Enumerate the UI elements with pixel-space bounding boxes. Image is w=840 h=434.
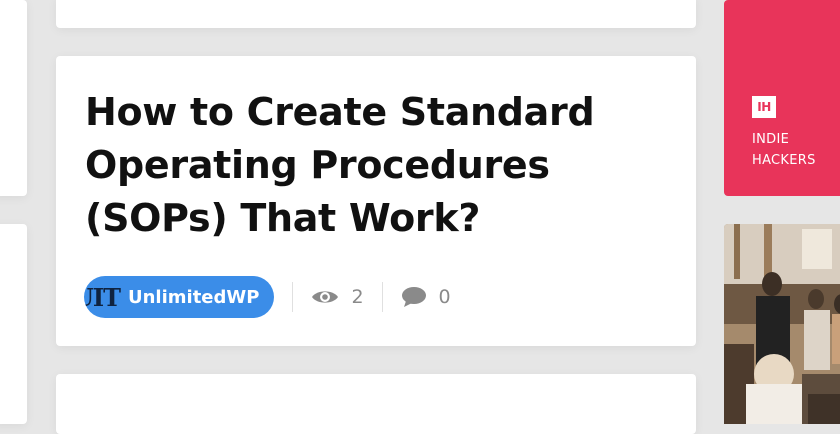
post-title[interactable]: How to Create Standard Operating Procedu…	[85, 86, 675, 245]
author-name: UnlimitedWP	[128, 286, 260, 308]
next-post-card[interactable]	[56, 374, 696, 434]
post-meta: UIT UnlimitedWP 2 0	[84, 276, 451, 318]
post-card[interactable]: How to Create Standard Operating Procedu…	[56, 56, 696, 346]
comments-count[interactable]: 0	[401, 286, 451, 308]
divider	[292, 282, 294, 312]
previous-post-card[interactable]	[56, 0, 696, 28]
eye-icon	[311, 288, 339, 306]
avatar: UIT	[84, 282, 121, 312]
indie-hackers-logo: IH	[752, 96, 776, 118]
author-badge[interactable]: UIT UnlimitedWP	[84, 276, 275, 318]
comments-value: 0	[438, 286, 451, 308]
left-card-bottom[interactable]	[0, 224, 27, 424]
left-card-top[interactable]	[0, 0, 27, 196]
views-count: 2	[311, 286, 364, 308]
cafe-photo-card[interactable]	[724, 224, 840, 424]
indie-hackers-label: INDIE HACKERS	[752, 132, 816, 168]
comment-icon	[401, 286, 427, 308]
divider	[381, 282, 383, 312]
cafe-photo	[724, 224, 840, 424]
indie-hackers-card[interactable]: IH INDIE HACKERS	[724, 0, 840, 196]
views-value: 2	[351, 286, 364, 308]
